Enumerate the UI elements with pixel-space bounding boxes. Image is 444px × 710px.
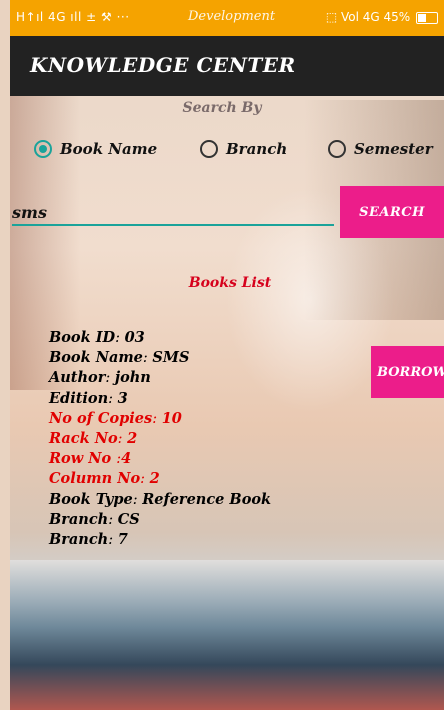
book-field-separator: : [105, 370, 115, 387]
book-field-separator: : [117, 431, 128, 448]
book-field-separator: : [115, 330, 125, 346]
book-field-key: Branch [49, 531, 109, 549]
book-field-row: No of Copies: 10 [49, 409, 271, 429]
book-field-value: 4 [121, 450, 132, 468]
radio-unchecked-icon [200, 140, 218, 158]
book-field-separator: : [108, 532, 118, 549]
book-field-separator: : [140, 471, 150, 488]
book-field-row: Book Name: SMS [49, 348, 271, 368]
status-bar: H↑ıl 4G ıll ± ⚒ ··· Development ⬚ Vol 4G… [10, 0, 444, 36]
book-field-separator: : [108, 390, 118, 407]
radio-label: Semester [354, 140, 433, 158]
status-right: ⬚ Vol 4G 45% [326, 10, 438, 24]
book-field-row: Edition: 3 [49, 389, 271, 409]
book-field-value: CS [117, 510, 140, 528]
book-field-row: Book Type: Reference Book [49, 490, 271, 510]
book-field-row: Branch: CS [49, 510, 271, 530]
book-field-key: Column No [49, 470, 141, 488]
book-field-key: Edition [49, 389, 109, 407]
signal-indicators: H↑ıl 4G ıll ± ⚒ ··· [16, 10, 130, 24]
radio-checked-icon [34, 140, 52, 158]
book-field-row: Row No :4 [49, 449, 271, 469]
book-field-separator: : [108, 511, 118, 528]
radio-unchecked-icon [328, 140, 346, 158]
book-details: Book ID: 03 Book Name: SMS Author: john Edi… [49, 328, 271, 550]
app-title: KNOWLEDGE CENTER [30, 53, 296, 77]
book-field-key: Author [49, 369, 106, 387]
open-book [10, 560, 444, 710]
status-center-text: Development [188, 9, 276, 24]
book-field-separator: : [152, 410, 162, 427]
search-input[interactable] [12, 200, 334, 226]
radio-book-name[interactable]: Book Name [34, 140, 157, 158]
battery-text: ⬚ Vol 4G 45% [325, 10, 411, 24]
borrow-button[interactable]: BORROW [371, 346, 444, 398]
book-field-row: Branch: 7 [49, 530, 271, 550]
book-field-value: SMS [152, 349, 190, 367]
book-field-value: 10 [161, 409, 182, 427]
book-field-separator: : [132, 491, 143, 508]
book-field-key: Book Type [49, 490, 133, 508]
book-field-value: 7 [117, 531, 128, 549]
search-by-label: Search By [182, 100, 262, 116]
radio-label: Branch [226, 140, 288, 158]
radio-semester[interactable]: Semester [328, 140, 433, 158]
app-bar: KNOWLEDGE CENTER [10, 36, 444, 96]
book-field-row: Rack No: 2 [49, 429, 271, 449]
radio-branch[interactable]: Branch [200, 140, 287, 158]
book-field-key: No of Copies [49, 409, 153, 427]
book-field-key: Book Name [49, 349, 143, 367]
book-field-key: Row No [49, 450, 117, 468]
battery-icon [416, 11, 438, 24]
book-field-value: 2 [127, 430, 138, 448]
radio-label: Book Name [60, 140, 158, 158]
book-field-key: Rack No [49, 430, 118, 448]
book-field-key: Book ID [49, 329, 116, 346]
book-field-separator: : [142, 350, 153, 367]
book-field-value: 03 [124, 329, 145, 346]
book-field-value: Reference Book [142, 490, 272, 508]
book-field-value: 2 [149, 470, 160, 488]
book-field-row: Author: john [49, 368, 271, 388]
book-field-value: 3 [117, 389, 128, 407]
book-field-key: Branch [49, 510, 109, 528]
search-button[interactable]: SEARCH [340, 186, 444, 238]
book-field-value: john [114, 369, 151, 387]
books-list-title: Books List [188, 275, 272, 291]
book-field-row: Column No: 2 [49, 469, 271, 489]
book-field-row: Book ID: 03 [49, 328, 271, 348]
